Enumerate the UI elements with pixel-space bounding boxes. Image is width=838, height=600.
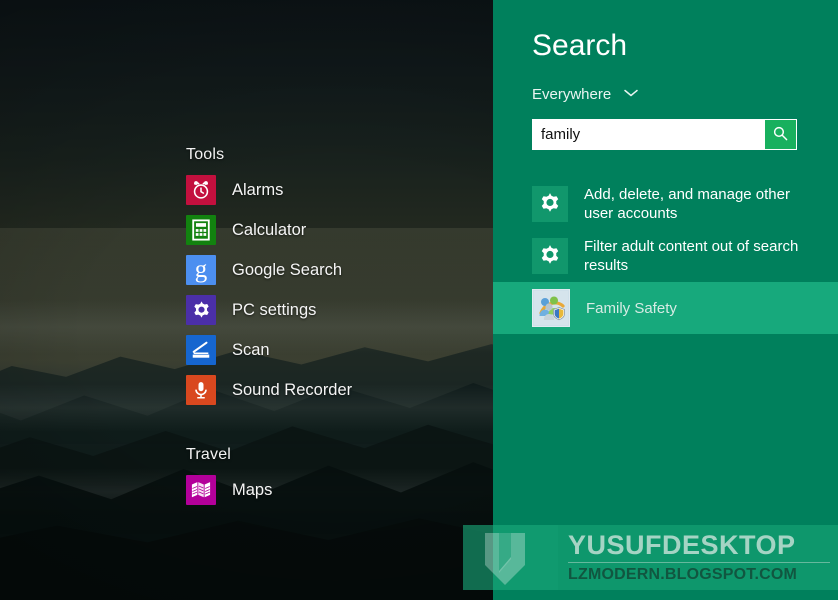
gear-icon	[532, 238, 568, 274]
app-label: PC settings	[232, 300, 317, 319]
search-result-row-selected[interactable]: Family Safety	[493, 282, 838, 334]
search-scope-label: Everywhere	[532, 85, 612, 103]
app-label: Maps	[232, 480, 273, 499]
app-label: Calculator	[232, 220, 307, 239]
search-results-list: Add, delete, and manage other user accou…	[493, 178, 838, 334]
group-heading-travel: Travel	[186, 446, 232, 463]
gear-icon	[532, 186, 568, 222]
search-box[interactable]	[532, 119, 797, 150]
search-submit-button[interactable]	[765, 120, 796, 149]
app-item-alarms[interactable]: Alarms	[186, 170, 476, 210]
app-label: Scan	[232, 340, 270, 359]
app-label: Alarms	[232, 180, 284, 199]
search-result-label: Family Safety	[586, 299, 677, 317]
screen: Tools Alarms Calculator g Google Search …	[0, 0, 838, 600]
scanner-icon	[186, 335, 216, 365]
search-result-label: Add, delete, and manage other user accou…	[584, 186, 790, 222]
app-item-sound-recorder[interactable]: Sound Recorder	[186, 370, 476, 410]
search-panel-title: Search	[532, 29, 628, 62]
app-label: Sound Recorder	[232, 380, 353, 399]
magnifier-icon	[772, 125, 789, 145]
gear-icon	[186, 295, 216, 325]
search-result-row[interactable]: Add, delete, and manage other user accou…	[493, 178, 838, 230]
chevron-down-icon	[623, 85, 639, 103]
group-heading-tools: Tools	[186, 146, 225, 163]
app-item-calculator[interactable]: Calculator	[186, 210, 476, 250]
app-item-maps[interactable]: Maps	[186, 470, 476, 510]
search-input[interactable]	[532, 119, 765, 150]
folded-map-icon	[186, 475, 216, 505]
app-item-google-search[interactable]: g Google Search	[186, 250, 476, 290]
alarm-clock-icon	[186, 175, 216, 205]
calculator-icon	[186, 215, 216, 245]
apps-list: Tools Alarms Calculator g Google Search …	[186, 146, 476, 510]
google-g-icon: g	[186, 255, 216, 285]
app-item-pc-settings[interactable]: PC settings	[186, 290, 476, 330]
search-charm-panel: Search Everywhere family Add, delete, an…	[493, 0, 838, 600]
family-safety-icon	[532, 289, 570, 327]
search-scope-dropdown[interactable]: Everywhere	[532, 85, 639, 103]
app-label: Google Search	[232, 260, 343, 279]
search-result-label: Filter adult content out of search resul…	[584, 238, 799, 274]
search-result-row[interactable]: Filter adult content out of search resul…	[493, 230, 838, 282]
app-item-scan[interactable]: Scan	[186, 330, 476, 370]
microphone-icon	[186, 375, 216, 405]
